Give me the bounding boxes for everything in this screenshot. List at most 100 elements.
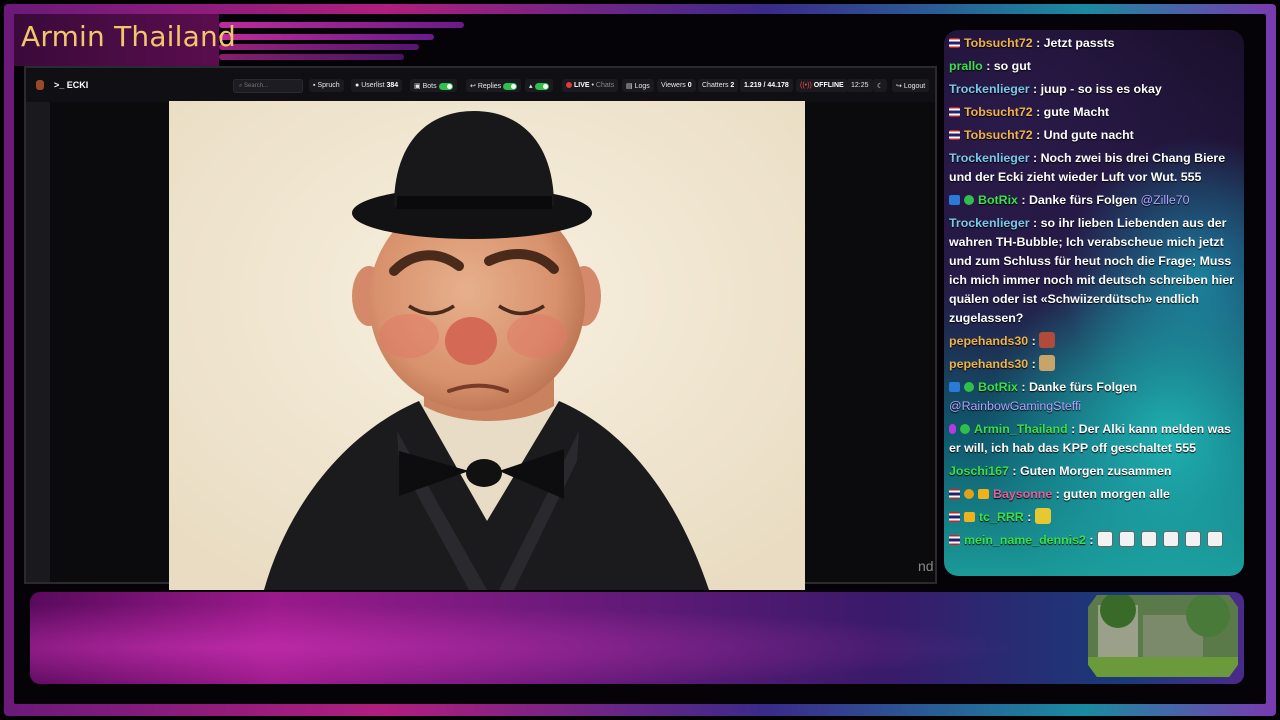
chat-message: tc_RRR : <box>949 508 1241 527</box>
flag-icon <box>949 130 960 140</box>
logout-button[interactable]: ↪ Logout <box>892 79 930 92</box>
chat-username[interactable]: BotRix <box>978 193 1018 207</box>
replies-switch[interactable] <box>503 82 518 90</box>
bot-badge-icon <box>949 195 960 205</box>
lock-icon: ▴ <box>529 83 533 90</box>
chat-message: Tobsucht72 : Jetzt passts <box>949 34 1241 53</box>
chat-mention[interactable]: @Zille70 <box>1137 193 1189 207</box>
chat-text: guten morgen alle <box>1063 487 1170 501</box>
crown-icon <box>964 512 975 522</box>
logs-button[interactable]: ▤ Logs <box>622 79 654 92</box>
chat-username[interactable]: Joschi167 <box>949 464 1009 478</box>
stream-video[interactable] <box>169 101 805 590</box>
chat-text: so gut <box>993 59 1031 73</box>
stream-corner-text: nd <box>918 558 934 574</box>
bots-switch[interactable] <box>438 82 453 90</box>
spruch-button[interactable]: ▪ Spruch <box>309 79 344 92</box>
chat-message: Tobsucht72 : Und gute nacht <box>949 126 1241 145</box>
followers-count: 1.219 / 44.178 <box>740 79 793 92</box>
flag-icon <box>949 535 960 545</box>
broadcast-icon: ((•)) <box>800 82 812 89</box>
live-chats-button[interactable]: LIVE • Chats <box>562 79 619 92</box>
bottom-banner <box>30 592 1244 684</box>
chat-username[interactable]: pepehands30 <box>949 357 1028 371</box>
viewers-count: Viewers 0 <box>657 79 696 92</box>
chat-text: Jetzt passts <box>1043 36 1115 50</box>
chat-username[interactable]: Trockenlieger <box>949 82 1030 96</box>
bot-icon: ▣ <box>414 83 421 90</box>
chat-text: Danke fürs Folgen <box>1028 380 1138 394</box>
reply-icon: ↩ <box>470 83 476 90</box>
chat-message: Trockenlieger : Noch zwei bis drei Chang… <box>949 151 1226 184</box>
avatar[interactable] <box>36 80 44 90</box>
chat-username[interactable]: pepehands30 <box>949 334 1028 348</box>
chat-message-list: Tobsucht72 : Jetzt passts prallo : so gut… <box>949 34 1241 554</box>
user-icon: ● <box>355 82 360 89</box>
chat-text: so ihr lieben Liebenden aus der wahren T… <box>949 216 1235 325</box>
verified-icon <box>964 195 974 205</box>
chat-username[interactable]: Trockenlieger <box>949 216 1030 230</box>
chat-message: mein_name_dennis2 : <box>949 531 1241 550</box>
lock-toggle[interactable]: ▴ <box>525 79 553 92</box>
chat-text: gute Macht <box>1043 105 1110 119</box>
chat-username[interactable]: Baysonne <box>993 487 1052 501</box>
penguin-emote-icon <box>1184 531 1201 547</box>
chat-mention[interactable]: @RainbowGamingSteffi <box>949 399 1081 413</box>
chat-message: Armin_Thailand : Der Alki kann melden wa… <box>949 422 1232 455</box>
flag-icon <box>949 489 960 499</box>
flag-icon <box>949 38 960 48</box>
chat-username[interactable]: Armin_Thailand <box>974 422 1068 436</box>
chat-message: Joschi167 : Guten Morgen zusammen <box>949 464 1172 478</box>
portrait-image <box>169 101 805 590</box>
userlist-button[interactable]: ● Userlist 384 <box>351 79 403 92</box>
mod-badge-icon <box>949 424 956 434</box>
chat-username[interactable]: Tobsucht72 <box>964 105 1033 119</box>
decor-stripe <box>219 22 464 28</box>
penguin-emote-icon <box>1096 531 1113 547</box>
log-icon: ▤ <box>626 83 633 90</box>
decor-stripe <box>219 44 419 50</box>
chat-message: Tobsucht72 : gute Macht <box>949 103 1241 122</box>
chat-text: Danke fürs Folgen <box>1028 193 1138 207</box>
decor-stripe <box>219 54 404 60</box>
lock-switch[interactable] <box>534 82 549 90</box>
emote-icon <box>1039 355 1056 371</box>
chat-message: BotRix : Danke fürs Folgen @RainbowGamin… <box>949 380 1138 413</box>
chat-username[interactable]: Tobsucht72 <box>964 128 1033 142</box>
emote-icon <box>1034 508 1051 524</box>
chat-username[interactable]: Trockenlieger <box>949 151 1030 165</box>
decor-stripe <box>219 34 434 40</box>
chat-message: pepehands30 : <box>949 355 1241 374</box>
chat-message: Baysonne : guten morgen alle <box>949 485 1241 504</box>
chat-text: juup - so iss es okay <box>1040 82 1162 96</box>
chat-username[interactable]: mein_name_dennis2 <box>964 533 1086 547</box>
penguin-emote-icon <box>1118 531 1135 547</box>
verified-icon <box>960 424 970 434</box>
theme-toggle[interactable]: ☾ <box>873 79 888 92</box>
chat-message: prallo : so gut <box>949 59 1031 73</box>
crown-icon <box>978 489 989 499</box>
chat-panel: Tobsucht72 : Jetzt passts prallo : so gut… <box>944 30 1244 576</box>
chat-username[interactable]: Tobsucht72 <box>964 36 1033 50</box>
bots-toggle[interactable]: ▣ Bots <box>410 79 457 92</box>
gold-badge-icon <box>964 489 974 499</box>
terminal-icon: >_ <box>54 80 67 90</box>
stream-sidebar <box>26 102 50 582</box>
channel-name[interactable]: >_ ECKI <box>54 80 88 90</box>
streamer-title: Armin Thailand <box>21 20 236 53</box>
chat-username[interactable]: BotRix <box>978 380 1018 394</box>
replies-toggle[interactable]: ↩ Replies <box>466 79 522 92</box>
chat-message: BotRix : Danke fürs Folgen @Zille70 <box>949 191 1241 210</box>
live-dot-icon <box>566 82 572 89</box>
flag-icon <box>949 107 960 117</box>
logout-icon: ↪ <box>896 83 902 90</box>
stream-navbar: >_ ECKI ⌕ Search... ▪ Spruch ● Userlist … <box>26 68 935 102</box>
moon-icon: ☾ <box>877 83 884 90</box>
chat-text: Guten Morgen zusammen <box>1019 464 1172 478</box>
overlay-title-banner: Armin Thailand <box>14 14 464 66</box>
penguin-emote-icon <box>1206 531 1223 547</box>
verified-icon <box>964 382 974 392</box>
chat-username[interactable]: tc_RRR <box>979 510 1024 524</box>
chat-username[interactable]: prallo <box>949 59 983 73</box>
search-input[interactable]: ⌕ Search... <box>233 79 303 93</box>
